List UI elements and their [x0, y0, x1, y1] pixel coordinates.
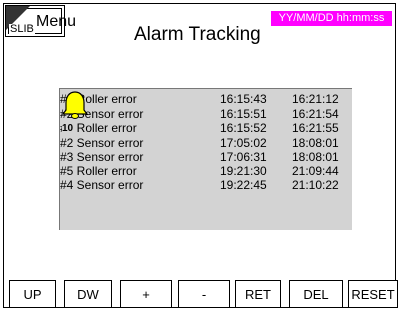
del-button[interactable]: DEL	[289, 280, 343, 308]
menu-button[interactable]: Menu SLIB	[5, 5, 76, 37]
bell-icon[interactable]	[61, 90, 89, 120]
reset-button[interactable]: RESET	[348, 280, 398, 308]
alarm-row[interactable]: #2 Sensor error 16:15:51 16:21:54	[60, 107, 353, 121]
alarm-start-time: 19:22:45	[220, 178, 267, 192]
alarm-start-time: 17:06:31	[220, 150, 267, 164]
alarm-start-time: 16:15:51	[220, 107, 267, 121]
ret-button[interactable]: RET	[235, 280, 281, 308]
alarm-row[interactable]: #3 Sensor error 17:06:31 18:08:01	[60, 150, 353, 164]
alarm-end-time: 18:08:01	[292, 150, 339, 164]
minus-button[interactable]: -	[178, 280, 230, 308]
alarm-name: #5 Roller error	[60, 164, 137, 178]
alarm-start-time: 16:15:43	[220, 92, 267, 106]
up-button[interactable]: UP	[9, 280, 56, 308]
alarm-start-time: 19:21:30	[220, 164, 267, 178]
alarm-name: #2 Sensor error	[60, 136, 144, 150]
alarm-end-time: 21:10:22	[292, 178, 339, 192]
alarm-start-time: 17:05:02	[220, 136, 267, 150]
plus-button[interactable]: +	[120, 280, 172, 308]
menu-label: Menu	[36, 13, 77, 30]
alarm-name: #4 Sensor error	[60, 178, 144, 192]
alarm-end-time: 16:21:12	[292, 92, 339, 106]
alarm-list[interactable]: #1 Roller error 16:15:43 16:21:12 #2 Sen…	[59, 88, 352, 230]
alarm-row[interactable]: #5 Roller error 19:21:30 21:09:44	[60, 164, 353, 178]
slib-badge: SLIB	[9, 23, 35, 35]
alarm-row[interactable]: #1 Roller error 16:15:43 16:21:12	[60, 92, 353, 106]
alarm-row[interactable]: #1 Roller error 16:15:52 16:21:55	[60, 121, 353, 135]
alarm-end-time: 18:08:01	[292, 136, 339, 150]
alarm-row[interactable]: #2 Sensor error 17:05:02 18:08:01	[60, 136, 353, 150]
alarm-end-time: 16:21:55	[292, 121, 339, 135]
alarm-start-time: 16:15:52	[220, 121, 267, 135]
datetime-display: YY/MM/DD hh:mm:ss	[271, 11, 392, 26]
alarm-end-time: 21:09:44	[292, 164, 339, 178]
alarm-count: 10	[62, 123, 74, 134]
page-title: Alarm Tracking	[134, 24, 261, 45]
alarm-end-time: 16:21:54	[292, 107, 339, 121]
down-button[interactable]: DW	[64, 280, 112, 308]
alarm-name: #3 Sensor error	[60, 150, 144, 164]
alarm-row[interactable]: #4 Sensor error 19:22:45 21:10:22	[60, 178, 353, 192]
